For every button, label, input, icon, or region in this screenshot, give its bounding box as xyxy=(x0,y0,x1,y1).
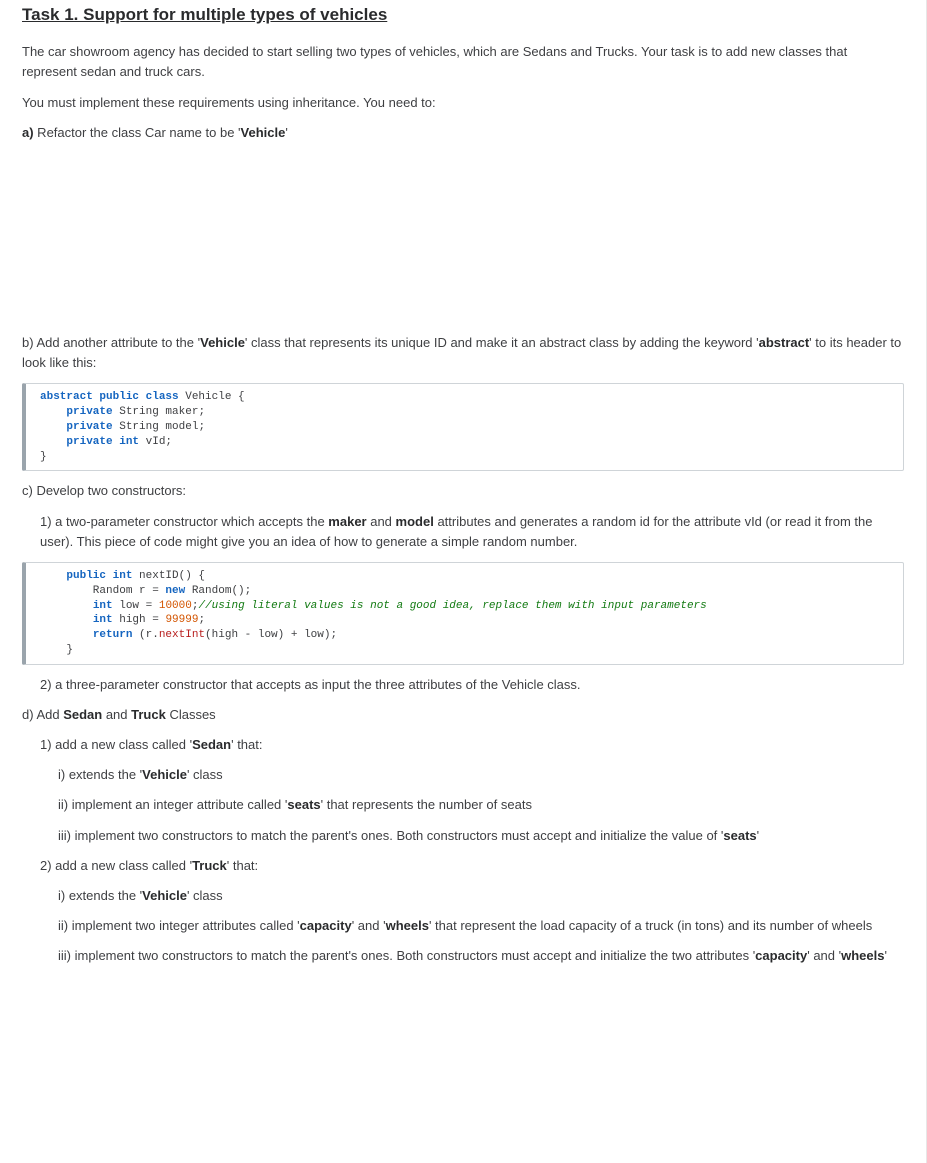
code-kw: new xyxy=(165,585,185,597)
item-b-pre: b) Add another attribute to the ' xyxy=(22,335,200,350)
item-d2iii: iii) implement two constructors to match… xyxy=(58,946,904,966)
d-pre: d) Add xyxy=(22,707,63,722)
code-text: Vehicle { xyxy=(179,391,245,403)
code-text: vId; xyxy=(139,436,172,448)
intro-paragraph: The car showroom agency has decided to s… xyxy=(22,42,904,82)
d2iii-b1: capacity xyxy=(755,948,807,963)
d2ii-b1: capacity xyxy=(300,918,352,933)
item-b-bold1: Vehicle xyxy=(200,335,245,350)
d1i-b: Vehicle xyxy=(142,767,187,782)
code-comment: //using literal values is not a good ide… xyxy=(198,600,706,612)
code-text xyxy=(40,600,93,612)
item-c1: 1) a two-parameter constructor which acc… xyxy=(40,512,904,552)
d1iii-pre: iii) implement two constructors to match… xyxy=(58,828,723,843)
d2i-post: ' class xyxy=(187,888,223,903)
code-lit: 10000 xyxy=(159,600,192,612)
d1i-pre: i) extends the ' xyxy=(58,767,142,782)
d-b1: Sedan xyxy=(63,707,102,722)
item-b-bold2: abstract xyxy=(759,335,810,350)
code-kw: int xyxy=(93,600,113,612)
c1-b1: maker xyxy=(328,514,366,529)
d2iii-mid: ' and ' xyxy=(807,948,841,963)
blank-space xyxy=(22,153,904,323)
code-text: } xyxy=(40,451,47,463)
task-title: Task 1. Support for multiple types of ve… xyxy=(22,0,904,28)
d2ii-b2: wheels xyxy=(386,918,429,933)
code-text: } xyxy=(40,644,73,656)
d-mid: and xyxy=(102,707,131,722)
code-kw: public int xyxy=(66,570,132,582)
item-a-suffix: ' xyxy=(285,125,287,140)
code-text: nextID() { xyxy=(132,570,205,582)
code-text: (high - low) + low); xyxy=(205,629,337,641)
item-d2i: i) extends the 'Vehicle' class xyxy=(58,886,904,906)
code-kw: abstract public class xyxy=(40,391,179,403)
d-b2: Truck xyxy=(131,707,166,722)
d1-b: Sedan xyxy=(192,737,231,752)
code-kw: return xyxy=(93,629,133,641)
d1ii-b: seats xyxy=(287,797,320,812)
item-d2ii: ii) implement two integer attributes cal… xyxy=(58,916,904,936)
d1i-post: ' class xyxy=(187,767,223,782)
c1-b2: model xyxy=(396,514,434,529)
item-d1i: i) extends the 'Vehicle' class xyxy=(58,765,904,785)
d1ii-pre: ii) implement an integer attribute calle… xyxy=(58,797,287,812)
item-d1iii: iii) implement two constructors to match… xyxy=(58,826,904,846)
code-call: nextInt xyxy=(159,629,205,641)
item-b-mid: ' class that represents its unique ID an… xyxy=(245,335,759,350)
blank-space-bottom xyxy=(22,976,904,1141)
code-kw: private int xyxy=(66,436,139,448)
document-page: Task 1. Support for multiple types of ve… xyxy=(0,0,927,1163)
d2ii-mid: ' and ' xyxy=(352,918,386,933)
d2iii-pre: iii) implement two constructors to match… xyxy=(58,948,755,963)
code-text: String maker; xyxy=(113,406,205,418)
intro-paragraph-2: You must implement these requirements us… xyxy=(22,93,904,113)
item-c2: 2) a three-parameter constructor that ac… xyxy=(40,675,904,695)
code-text: Random r = xyxy=(40,585,165,597)
item-d1: 1) add a new class called 'Sedan' that: xyxy=(40,735,904,755)
c1-pre: 1) a two-parameter constructor which acc… xyxy=(40,514,328,529)
d2iii-post: ' xyxy=(884,948,886,963)
code-block-nextid: public int nextID() { Random r = new Ran… xyxy=(22,562,904,665)
code-text: String model; xyxy=(113,421,205,433)
item-a-text: Refactor the class Car name to be ' xyxy=(34,125,241,140)
code-text: ; xyxy=(198,614,205,626)
code-kw: int xyxy=(93,614,113,626)
code-text: (r. xyxy=(132,629,158,641)
item-d2: 2) add a new class called 'Truck' that: xyxy=(40,856,904,876)
code-text: Random(); xyxy=(185,585,251,597)
code-text: low = xyxy=(113,600,159,612)
d-post: Classes xyxy=(166,707,216,722)
code-lit: 99999 xyxy=(165,614,198,626)
code-text: high = xyxy=(113,614,166,626)
item-a: a) Refactor the class Car name to be 'Ve… xyxy=(22,123,904,143)
item-a-bold: Vehicle xyxy=(241,125,286,140)
d2-b: Truck xyxy=(192,858,227,873)
code-block-vehicle: abstract public class Vehicle { private … xyxy=(22,383,904,471)
d1iii-post: ' xyxy=(757,828,759,843)
d2iii-b2: wheels xyxy=(841,948,884,963)
d1-post: ' that: xyxy=(231,737,262,752)
code-text xyxy=(40,614,93,626)
d2-pre: 2) add a new class called ' xyxy=(40,858,192,873)
d2i-b: Vehicle xyxy=(142,888,187,903)
item-b: b) Add another attribute to the 'Vehicle… xyxy=(22,333,904,373)
code-kw: private xyxy=(66,406,112,418)
d2i-pre: i) extends the ' xyxy=(58,888,142,903)
item-d1ii: ii) implement an integer attribute calle… xyxy=(58,795,904,815)
d1-pre: 1) add a new class called ' xyxy=(40,737,192,752)
item-a-prefix: a) xyxy=(22,125,34,140)
code-text xyxy=(40,629,93,641)
d2ii-post: ' that represent the load capacity of a … xyxy=(429,918,872,933)
d1ii-post: ' that represents the number of seats xyxy=(321,797,532,812)
d2ii-pre: ii) implement two integer attributes cal… xyxy=(58,918,300,933)
item-d: d) Add Sedan and Truck Classes xyxy=(22,705,904,725)
code-kw: private xyxy=(66,421,112,433)
c1-mid: and xyxy=(367,514,396,529)
d2-post: ' that: xyxy=(227,858,258,873)
d1iii-b: seats xyxy=(723,828,756,843)
item-c: c) Develop two constructors: xyxy=(22,481,904,501)
